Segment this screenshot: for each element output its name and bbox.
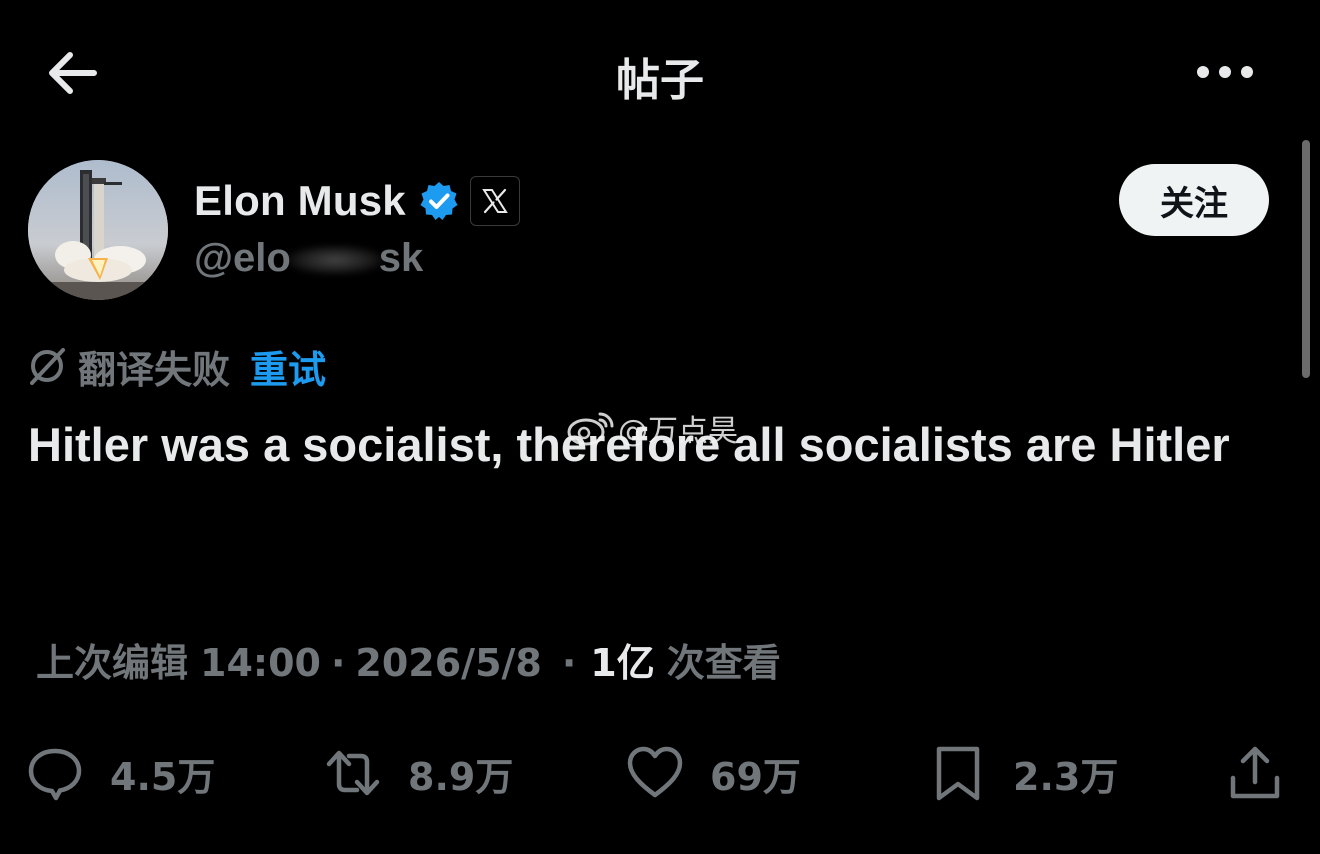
more-button[interactable] bbox=[1190, 52, 1260, 92]
author-handle[interactable]: @elo sk bbox=[194, 236, 423, 281]
scrollbar[interactable] bbox=[1302, 140, 1310, 378]
view-count[interactable]: 1亿 bbox=[590, 632, 654, 687]
heart-icon bbox=[627, 746, 683, 798]
author-name[interactable]: Elon Musk bbox=[194, 177, 406, 225]
comment-icon bbox=[28, 748, 82, 801]
name-row: Elon Musk bbox=[194, 174, 520, 228]
bookmark-count: 2.3万 bbox=[1013, 754, 1119, 799]
translation-row: 翻译失败 重试 bbox=[26, 342, 326, 392]
author-header: Elon Musk @elo sk 关注 bbox=[28, 158, 1278, 308]
post-meta: 上次编辑 14:00 · 2026/5/8 · 1亿 次查看 bbox=[36, 632, 781, 687]
bookmark-button[interactable]: 2.3万 bbox=[929, 738, 1118, 808]
post-time[interactable]: 14:00 bbox=[200, 641, 321, 685]
translation-status: 翻译失败 bbox=[78, 347, 231, 392]
top-bar: 帖子 bbox=[0, 0, 1320, 145]
handle-redaction bbox=[284, 245, 385, 276]
avatar[interactable] bbox=[28, 160, 168, 300]
follow-button[interactable]: 关注 bbox=[1119, 164, 1269, 236]
like-count: 69万 bbox=[710, 754, 801, 799]
handle-end: sk bbox=[378, 236, 424, 280]
edited-label: 上次编辑 bbox=[36, 641, 189, 685]
meta-separator: · bbox=[561, 641, 577, 685]
bookmark-icon bbox=[936, 746, 980, 801]
like-button[interactable]: 69万 bbox=[626, 738, 801, 808]
meta-separator: · bbox=[330, 641, 346, 685]
share-button[interactable] bbox=[1226, 738, 1284, 808]
affiliate-badge[interactable] bbox=[469, 176, 520, 226]
repost-button[interactable]: 8.9万 bbox=[324, 738, 513, 808]
watermark-text: @万点昊 bbox=[618, 414, 738, 449]
x-logo-icon bbox=[482, 188, 508, 214]
reply-count: 4.5万 bbox=[110, 754, 216, 799]
repost-count: 8.9万 bbox=[408, 754, 514, 799]
watermark: @万点昊 bbox=[566, 408, 738, 449]
handle-start: @elo bbox=[194, 236, 291, 280]
reply-button[interactable]: 4.5万 bbox=[26, 738, 215, 808]
more-horizontal-icon bbox=[1197, 66, 1253, 78]
retry-translation-link[interactable]: 重试 bbox=[250, 339, 326, 394]
page-title: 帖子 bbox=[616, 55, 704, 106]
rocket-launch-image bbox=[28, 160, 168, 300]
post-date[interactable]: 2026/5/8 bbox=[355, 641, 541, 685]
view-label: 次查看 bbox=[666, 641, 781, 685]
verified-badge-icon[interactable] bbox=[418, 180, 460, 222]
action-bar: 4.5万 8.9万 69万 2.3万 bbox=[26, 738, 1288, 808]
share-icon bbox=[1230, 746, 1280, 799]
weibo-logo-icon bbox=[566, 408, 616, 448]
no-translation-icon bbox=[26, 345, 68, 387]
repost-icon bbox=[326, 750, 380, 796]
